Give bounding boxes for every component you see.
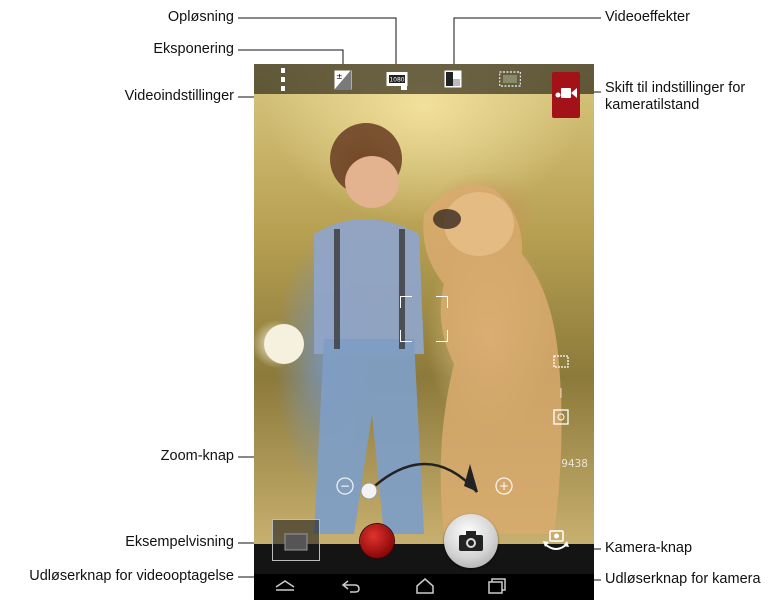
zoom-plus-icon: + [499, 479, 509, 493]
zoom-slider-knob [360, 482, 378, 500]
label-zoom: Zoom-knap [160, 448, 234, 464]
label-camera-button: Kamera-knap [605, 540, 693, 556]
video-record-button[interactable] [360, 524, 394, 558]
label-switch-camera-line2: kameratilstand [605, 97, 700, 113]
zoom-minus-icon: − [340, 479, 350, 493]
camera-mode-button[interactable] [552, 72, 580, 118]
label-preview: Eksempelvisning [125, 534, 234, 550]
preview-thumbnail[interactable] [272, 519, 320, 561]
svg-text:1080: 1080 [389, 77, 404, 84]
camera-mode-icon [555, 88, 577, 98]
exposure-icon[interactable]: ± [334, 70, 352, 90]
side-toolbar [550, 350, 574, 445]
resolution-1080-icon[interactable]: 1080 [386, 70, 408, 90]
label-exposure: Eksponering [153, 41, 234, 57]
label-video-settings: Videoindstillinger [124, 88, 234, 104]
label-resolution: Opløsning [167, 9, 234, 25]
camera-shutter-button[interactable] [444, 514, 498, 568]
focus-frame [400, 296, 448, 342]
back-icon[interactable] [340, 578, 362, 594]
camera-icon [459, 531, 483, 551]
camera-top-bar: ± 1080 [254, 64, 594, 94]
zoom-control[interactable]: − + [332, 454, 522, 504]
timer-icon [553, 409, 569, 425]
effects-icon[interactable] [444, 70, 462, 88]
label-switch-camera-line1: Skift til indstillinger for [605, 80, 746, 96]
switch-camera-icon[interactable] [542, 530, 570, 554]
label-camera-shutter: Udløserknap for kamera [605, 571, 761, 587]
dots-menu-icon[interactable] [280, 66, 288, 94]
label-video-effects: Videoeffekter [605, 9, 690, 25]
recents-icon[interactable] [486, 578, 508, 594]
svg-text:±: ± [336, 72, 343, 81]
film-icon[interactable] [498, 70, 522, 88]
shot-counter: 9438 [561, 458, 588, 470]
home-icon[interactable] [414, 578, 436, 594]
scene-mode-icon [553, 355, 569, 368]
label-video-shutter: Udløserknap for videooptagelse [29, 568, 234, 584]
collapse-icon[interactable] [274, 578, 296, 592]
camera-viewfinder: ± 1080 9438 − + [254, 64, 594, 600]
